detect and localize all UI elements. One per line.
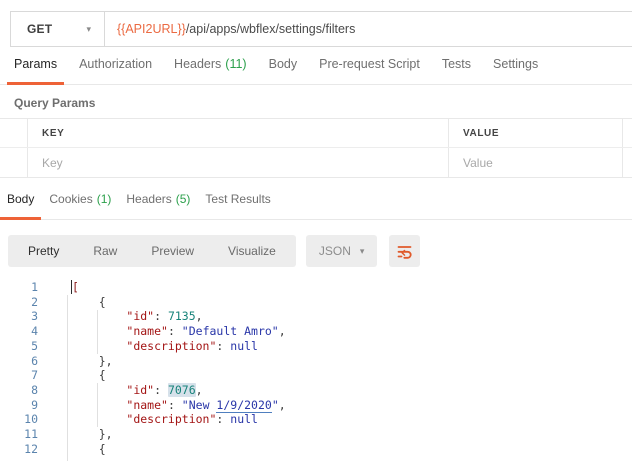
response-tabs: Body Cookies(1) Headers(5) Test Results <box>0 192 632 220</box>
code-text: { <box>71 368 106 383</box>
line-number: 3 <box>0 309 38 324</box>
tab-pre-request-script[interactable]: Pre-request Script <box>319 57 420 84</box>
view-raw[interactable]: Raw <box>76 235 134 267</box>
line-number: 11 <box>0 427 38 442</box>
row-select-cell <box>0 148 28 177</box>
format-label: JSON <box>319 244 351 258</box>
view-preview[interactable]: Preview <box>134 235 211 267</box>
method-dropdown[interactable]: GET ▾ <box>11 12 105 46</box>
view-visualize[interactable]: Visualize <box>211 235 293 267</box>
code-text: "description": null <box>71 412 258 427</box>
code-line: 6 }, <box>0 354 632 369</box>
response-toolbar: Pretty Raw Preview Visualize JSON ▾ <box>8 235 624 267</box>
code-line: 12 { <box>0 442 632 457</box>
param-value-input[interactable] <box>463 156 622 170</box>
code-line: 9 "name": "New 1/9/2020", <box>0 398 632 413</box>
wrap-lines-button[interactable] <box>389 235 420 267</box>
row-select-column <box>0 119 28 147</box>
request-tabs: Params Authorization Headers(11) Body Pr… <box>0 57 632 85</box>
tab-body[interactable]: Body <box>269 57 298 84</box>
format-dropdown[interactable]: JSON ▾ <box>306 235 378 267</box>
code-line: 11 }, <box>0 427 632 442</box>
line-number: 6 <box>0 354 38 369</box>
tab-authorization[interactable]: Authorization <box>79 57 152 84</box>
line-number: 4 <box>0 324 38 339</box>
indent-guide <box>67 295 68 461</box>
response-body-lines: 1[2 {3 "id": 7135,4 "name": "Default Amr… <box>0 280 632 456</box>
line-number: 10 <box>0 412 38 427</box>
line-number: 9 <box>0 398 38 413</box>
key-column-header: KEY <box>42 128 64 139</box>
code-text: [ <box>71 280 79 295</box>
line-number: 7 <box>0 368 38 383</box>
code-line: 4 "name": "Default Amro", <box>0 324 632 339</box>
indent-guide <box>97 383 98 427</box>
code-text: "id": 7135, <box>71 309 203 324</box>
param-key-input[interactable] <box>42 156 448 170</box>
tab-params[interactable]: Params <box>14 57 57 84</box>
view-mode-switch: Pretty Raw Preview Visualize <box>8 235 296 267</box>
query-params-title: Query Params <box>14 96 632 110</box>
line-number: 12 <box>0 442 38 457</box>
code-line: 8 "id": 7076, <box>0 383 632 398</box>
next-column-edge <box>622 148 632 177</box>
response-headers-count-badge: (5) <box>176 192 191 206</box>
method-label: GET <box>27 22 52 36</box>
line-number: 5 <box>0 339 38 354</box>
code-line: 7 { <box>0 368 632 383</box>
code-text: { <box>71 295 106 310</box>
url-path: /api/apps/wbflex/settings/filters <box>186 22 356 36</box>
code-text: { <box>71 442 106 457</box>
code-line: 3 "id": 7135, <box>0 309 632 324</box>
tab-settings[interactable]: Settings <box>493 57 538 84</box>
response-body-viewer[interactable]: 1[2 {3 "id": 7135,4 "name": "Default Amr… <box>0 277 632 461</box>
tab-response-body[interactable]: Body <box>7 192 34 219</box>
query-params-table: KEY VALUE <box>0 118 632 178</box>
wrap-lines-icon <box>396 243 413 260</box>
code-text: "name": "New 1/9/2020", <box>71 398 286 413</box>
code-text: "id": 7076, <box>71 383 203 398</box>
code-text: }, <box>71 427 113 442</box>
tab-tests[interactable]: Tests <box>442 57 471 84</box>
headers-count-badge: (11) <box>225 57 246 71</box>
query-params-empty-row <box>0 148 632 177</box>
tab-headers[interactable]: Headers(11) <box>174 57 247 84</box>
code-line: 1[ <box>0 280 632 295</box>
code-line: 2 { <box>0 295 632 310</box>
url-variable: {{API2URL}} <box>117 22 186 36</box>
next-column-edge <box>622 119 632 147</box>
query-params-header-row: KEY VALUE <box>0 119 632 148</box>
line-number: 8 <box>0 383 38 398</box>
code-line: 5 "description": null <box>0 339 632 354</box>
code-text: "description": null <box>71 339 258 354</box>
code-line: 10 "description": null <box>0 412 632 427</box>
tab-response-headers[interactable]: Headers(5) <box>126 192 190 219</box>
value-column-header: VALUE <box>463 128 499 139</box>
chevron-down-icon: ▾ <box>360 247 365 256</box>
line-number: 1 <box>0 280 38 295</box>
code-text: }, <box>71 354 113 369</box>
code-text: "name": "Default Amro", <box>71 324 286 339</box>
view-pretty[interactable]: Pretty <box>11 235 76 267</box>
tab-test-results[interactable]: Test Results <box>205 192 270 219</box>
tab-response-cookies[interactable]: Cookies(1) <box>49 192 111 219</box>
cookies-count-badge: (1) <box>97 192 112 206</box>
indent-guide <box>97 310 98 354</box>
request-url-bar: GET ▾ {{API2URL}}/api/apps/wbflex/settin… <box>10 11 632 47</box>
line-number: 2 <box>0 295 38 310</box>
chevron-down-icon: ▾ <box>86 25 91 34</box>
url-input[interactable]: {{API2URL}}/api/apps/wbflex/settings/fil… <box>105 12 632 46</box>
